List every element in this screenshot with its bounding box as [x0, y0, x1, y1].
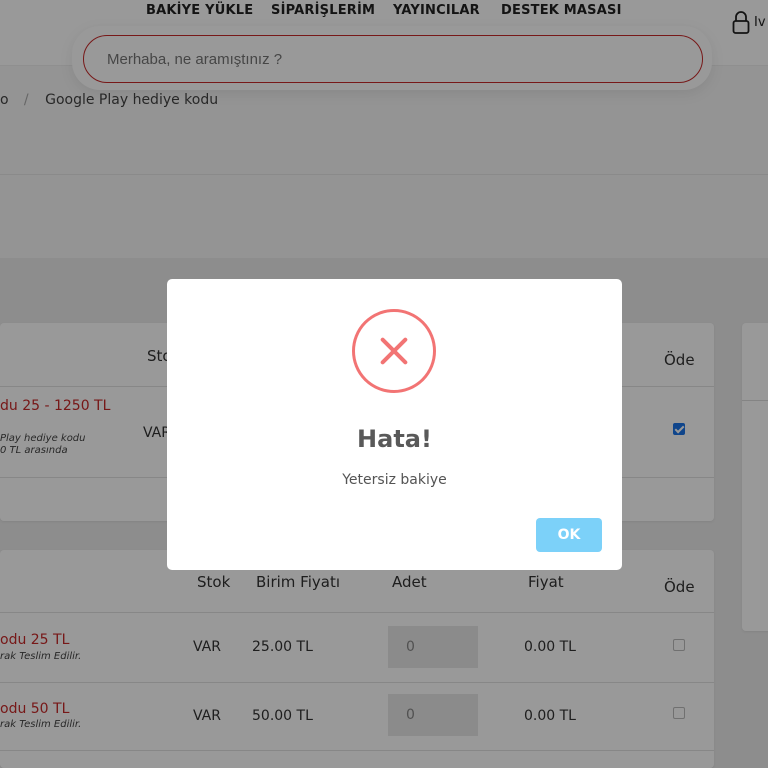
error-x-icon: [352, 309, 436, 393]
dialog-title: Hata!: [357, 425, 432, 453]
ok-button[interactable]: OK: [536, 518, 602, 552]
dialog-message: Yetersiz bakiye: [342, 472, 447, 488]
error-dialog: Hata! Yetersiz bakiye OK: [167, 279, 622, 570]
